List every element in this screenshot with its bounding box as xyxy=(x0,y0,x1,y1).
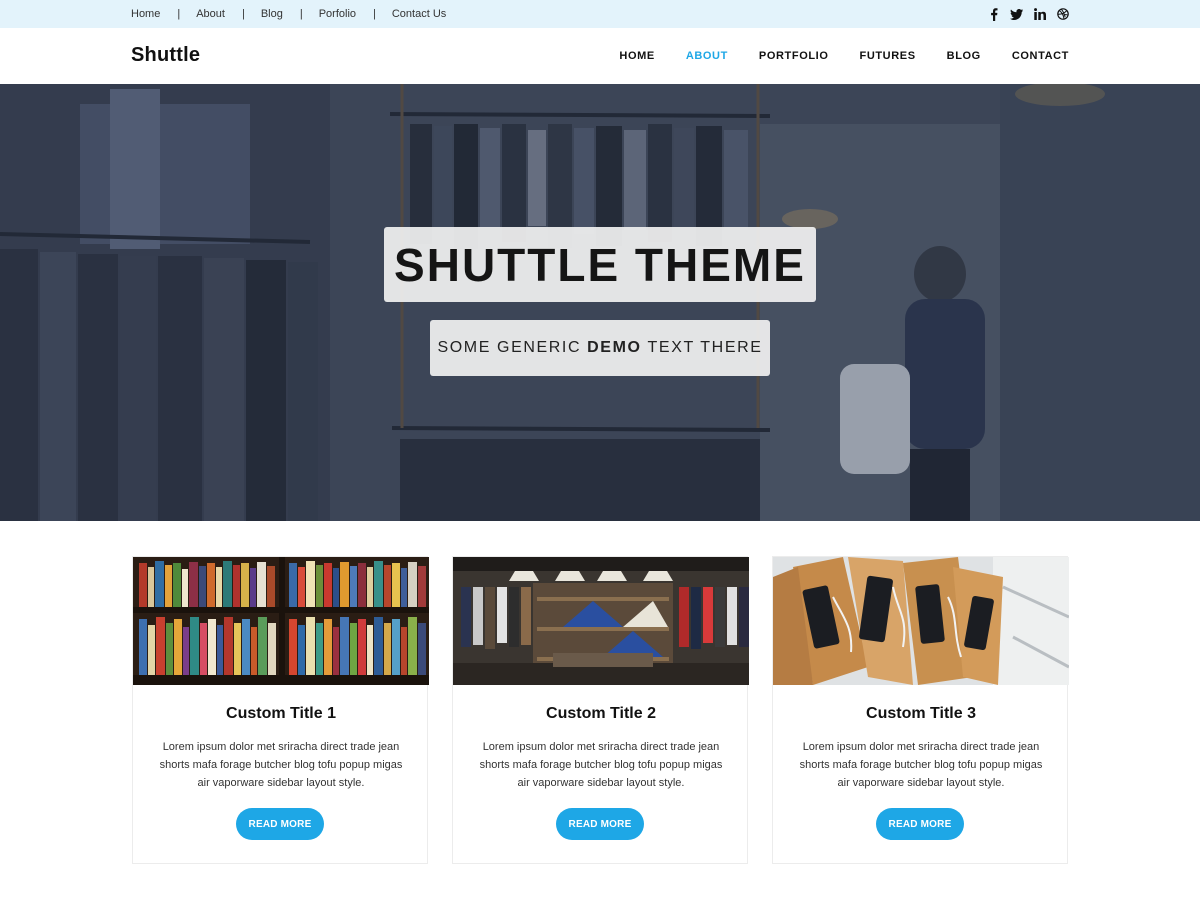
separator: | xyxy=(177,8,181,20)
card-text: Lorem ipsum dolor met sriracha direct tr… xyxy=(479,741,723,789)
read-more-button[interactable]: READ MORE xyxy=(236,808,324,840)
read-more-button[interactable]: READ MORE xyxy=(876,808,964,840)
hero-subtitle-bold: DEMO xyxy=(587,339,642,356)
top-links: Home | About | Blog | Porfolio | Contact… xyxy=(131,0,446,28)
nav-blog[interactable]: BLOG xyxy=(947,50,981,62)
separator: | xyxy=(299,8,303,20)
main-nav: HOME ABOUT PORTFOLIO FUTURES BLOG CONTAC… xyxy=(588,28,1069,84)
top-link-about[interactable]: About xyxy=(196,8,225,20)
separator: | xyxy=(241,8,245,20)
read-more-button[interactable]: READ MORE xyxy=(556,808,644,840)
top-bar: Home | About | Blog | Porfolio | Contact… xyxy=(0,0,1200,28)
card-image-clothing-store[interactable] xyxy=(453,557,749,685)
card-title[interactable]: Custom Title 2 xyxy=(453,705,749,723)
hero-subtitle-post: TEXT THERE xyxy=(647,339,763,356)
site-logo[interactable]: Shuttle xyxy=(131,44,200,67)
card-image-shopping-bags[interactable] xyxy=(773,557,1069,685)
nav-home[interactable]: HOME xyxy=(619,50,654,62)
facebook-icon[interactable] xyxy=(987,7,1000,21)
twitter-icon[interactable] xyxy=(1010,8,1023,21)
hero-banner: SHUTTLE THEME SOME GENERIC DEMO TEXT THE… xyxy=(0,84,1200,521)
nav-about[interactable]: ABOUT xyxy=(686,50,728,62)
card-text: Lorem ipsum dolor met sriracha direct tr… xyxy=(799,741,1043,789)
feature-card: Custom Title 1 Lorem ipsum dolor met sri… xyxy=(132,556,429,864)
nav-portfolio[interactable]: PORTFOLIO xyxy=(759,50,829,62)
top-link-blog[interactable]: Blog xyxy=(261,8,283,20)
feature-card: Custom Title 2 Lorem ipsum dolor met sri… xyxy=(452,556,749,864)
hero-subtitle-pre: SOME GENERIC xyxy=(437,339,582,356)
separator: | xyxy=(373,8,376,20)
dribbble-icon[interactable] xyxy=(1056,8,1069,21)
nav-futures[interactable]: FUTURES xyxy=(860,50,916,62)
top-link-contact[interactable]: Contact Us xyxy=(392,8,446,20)
top-link-home[interactable]: Home xyxy=(131,8,160,20)
top-link-portfolio[interactable]: Porfolio xyxy=(319,8,356,20)
card-text: Lorem ipsum dolor met sriracha direct tr… xyxy=(159,741,403,789)
hero-title: SHUTTLE THEME xyxy=(384,227,816,302)
hero-overlay xyxy=(0,84,1200,521)
card-title[interactable]: Custom Title 1 xyxy=(133,705,429,723)
linkedin-icon[interactable] xyxy=(1033,8,1046,21)
card-image-bookshelf[interactable] xyxy=(133,557,429,685)
social-links xyxy=(987,0,1069,28)
feature-card: Custom Title 3 Lorem ipsum dolor met sri… xyxy=(772,556,1069,864)
site-header: Shuttle HOME ABOUT PORTFOLIO FUTURES BLO… xyxy=(0,28,1200,84)
nav-contact[interactable]: CONTACT xyxy=(1012,50,1069,62)
card-title[interactable]: Custom Title 3 xyxy=(773,705,1069,723)
hero-subtitle: SOME GENERIC DEMO TEXT THERE xyxy=(430,320,770,376)
